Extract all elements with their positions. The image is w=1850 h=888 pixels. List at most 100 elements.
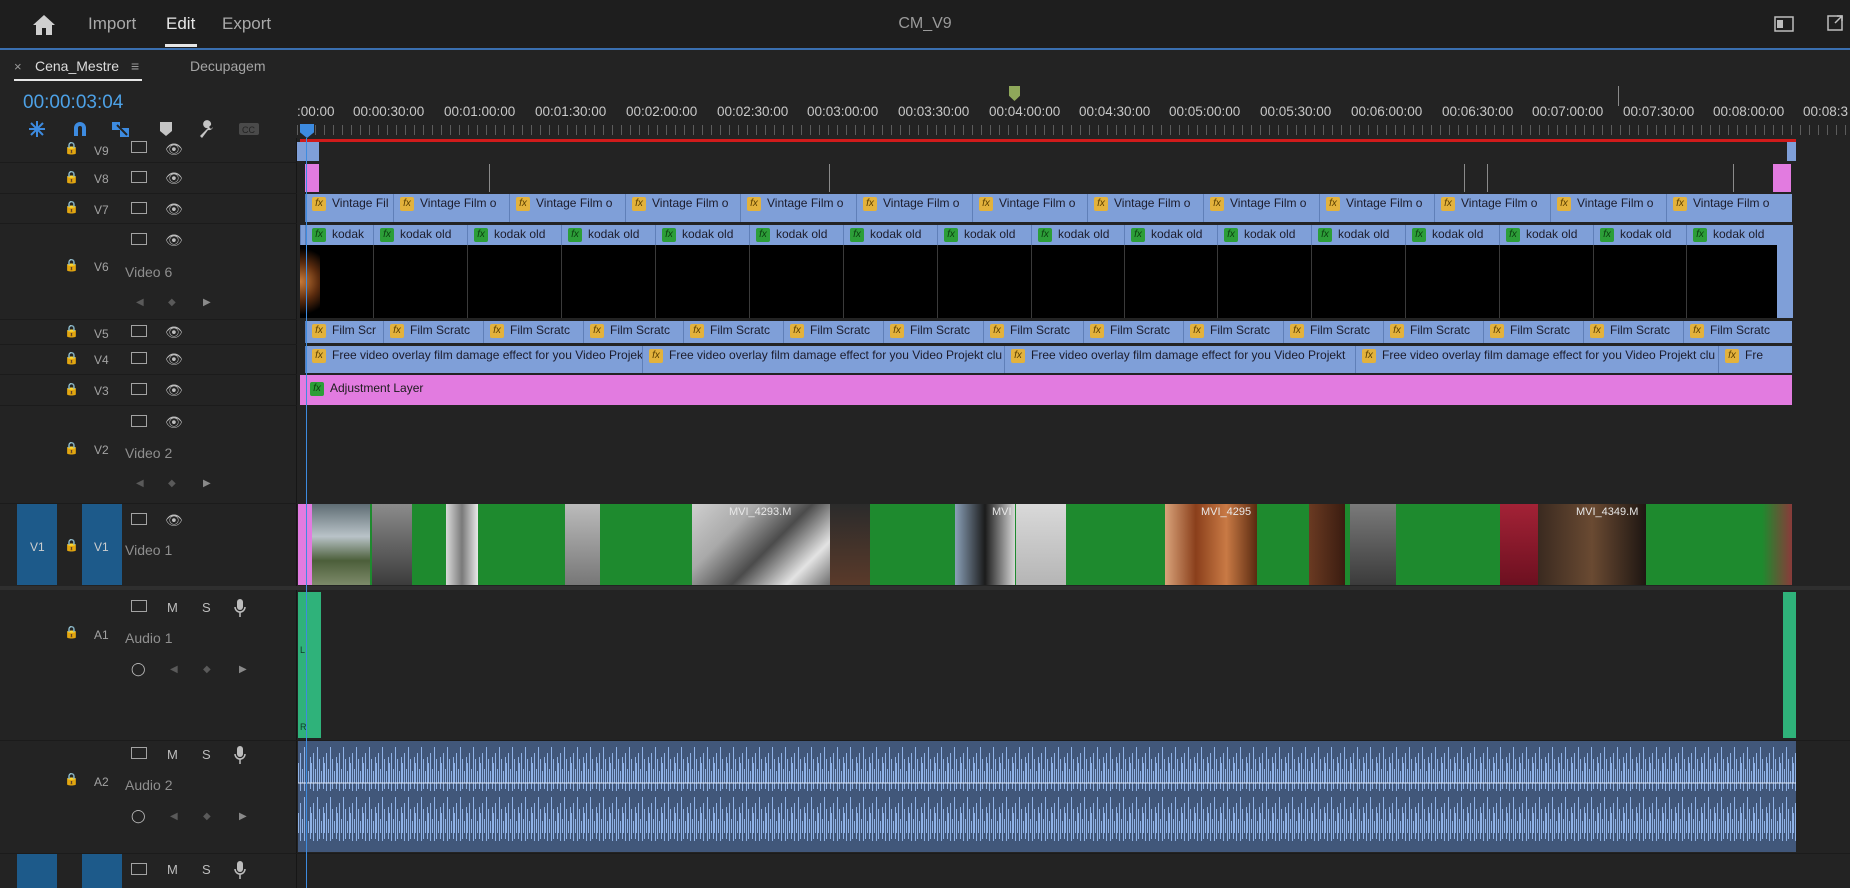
clip[interactable]: fx kodak old xyxy=(1311,225,1405,245)
adjustment-layer-clip[interactable]: fx Adjustment Layer xyxy=(300,375,1792,405)
lock-icon[interactable]: 🔒 xyxy=(64,258,79,272)
clip[interactable]: fx Fre xyxy=(1718,346,1792,373)
snap-icon[interactable] xyxy=(26,118,48,140)
clip[interactable]: fx kodak old xyxy=(561,225,655,245)
film-toggle-icon[interactable] xyxy=(131,415,147,427)
lock-icon[interactable]: 🔒 xyxy=(64,382,79,396)
lock-icon[interactable]: 🔒 xyxy=(64,625,79,639)
captions-icon[interactable]: CC xyxy=(238,118,260,140)
work-area-bar[interactable] xyxy=(300,139,1796,142)
lock-icon[interactable]: 🔒 xyxy=(64,141,79,155)
lock-icon[interactable]: 🔒 xyxy=(64,538,79,552)
film-toggle-icon[interactable] xyxy=(131,600,147,612)
clip[interactable]: fx Vintage Film o xyxy=(393,194,509,222)
lock-icon[interactable]: 🔒 xyxy=(64,324,79,338)
eye-icon[interactable]: 👁 xyxy=(165,324,183,341)
film-toggle-icon[interactable] xyxy=(131,171,147,183)
clip[interactable]: fx Film Scratc xyxy=(383,321,483,343)
eye-icon[interactable]: 👁 xyxy=(165,382,183,399)
source-patch-a1[interactable] xyxy=(17,854,57,888)
clip[interactable]: fx Film Scratc xyxy=(1583,321,1683,343)
clip[interactable]: fx Vintage Film o xyxy=(1319,194,1434,222)
v9-clip[interactable] xyxy=(1787,142,1796,161)
film-toggle-icon[interactable] xyxy=(131,352,147,364)
a2-audio-clip[interactable] xyxy=(298,741,1796,852)
lock-icon[interactable]: 🔒 xyxy=(64,772,79,786)
clip[interactable]: fx Film Scratc xyxy=(483,321,583,343)
prev-keyframe-icon[interactable]: ◀ xyxy=(170,811,178,822)
video-audio-divider[interactable] xyxy=(0,586,1850,590)
add-keyframe-icon[interactable]: ◆ xyxy=(203,811,211,822)
panel-icon[interactable] xyxy=(1774,16,1794,32)
mute-button[interactable]: M xyxy=(167,600,178,615)
clip[interactable]: fx Film Scr xyxy=(305,321,383,343)
prev-keyframe-icon[interactable]: ◀ xyxy=(170,664,178,675)
clip[interactable]: fx kodak old xyxy=(1593,225,1686,245)
film-toggle-icon[interactable] xyxy=(131,233,147,245)
eye-icon[interactable]: 👁 xyxy=(165,512,183,529)
clip[interactable]: fx kodak old xyxy=(843,225,937,245)
clip[interactable]: fx Film Scratc xyxy=(1683,321,1792,343)
clip[interactable]: fx Vintage Film o xyxy=(1434,194,1550,222)
keyframe-icon[interactable]: ◆ xyxy=(168,297,176,308)
solo-button[interactable]: S xyxy=(202,862,211,877)
a1-audio-clip[interactable] xyxy=(298,592,321,738)
clip[interactable]: fx Vintage Film o xyxy=(740,194,856,222)
clip[interactable]: fx Film Scratc xyxy=(583,321,683,343)
clip[interactable]: fx kodak old xyxy=(937,225,1031,245)
v1-pink-clip[interactable] xyxy=(298,504,312,585)
clip[interactable]: fx kodak old xyxy=(1217,225,1311,245)
clip[interactable]: fx kodak xyxy=(305,225,373,245)
clip[interactable]: fx kodak old xyxy=(1686,225,1777,245)
lock-icon[interactable]: 🔒 xyxy=(64,200,79,214)
clip[interactable]: fx kodak old xyxy=(749,225,843,245)
clip[interactable]: fx kodak old xyxy=(467,225,561,245)
film-toggle-icon[interactable] xyxy=(131,383,147,395)
clip[interactable]: fx kodak old xyxy=(373,225,467,245)
clip[interactable]: fx Film Scratc xyxy=(1283,321,1383,343)
prev-keyframe-icon[interactable]: ◀ xyxy=(136,297,144,308)
clip[interactable]: fx kodak old xyxy=(1405,225,1499,245)
clip[interactable]: fx kodak old xyxy=(1124,225,1217,245)
film-toggle-icon[interactable] xyxy=(131,325,147,337)
solo-button[interactable]: S xyxy=(202,747,211,762)
mic-icon[interactable] xyxy=(234,745,246,765)
eye-icon[interactable]: 👁 xyxy=(165,232,183,249)
clip[interactable]: fx kodak old xyxy=(1031,225,1124,245)
eye-icon[interactable]: 👁 xyxy=(165,414,183,431)
eye-icon[interactable]: 👁 xyxy=(165,141,183,158)
clip[interactable]: fx Vintage Film o xyxy=(509,194,625,222)
clip[interactable]: fx Film Scratc xyxy=(683,321,783,343)
mic-icon[interactable] xyxy=(234,598,246,618)
film-toggle-icon[interactable] xyxy=(131,863,147,875)
mute-button[interactable]: M xyxy=(167,862,178,877)
clip[interactable]: fx kodak old xyxy=(1499,225,1593,245)
lock-icon[interactable]: 🔒 xyxy=(64,351,79,365)
lock-icon[interactable]: 🔒 xyxy=(64,441,79,455)
eye-icon[interactable]: 👁 xyxy=(165,351,183,368)
clip[interactable]: fx Film Scratc xyxy=(1183,321,1283,343)
film-toggle-icon[interactable] xyxy=(131,513,147,525)
wrench-icon[interactable] xyxy=(196,118,218,140)
playhead-line[interactable] xyxy=(306,138,307,888)
magnet-icon[interactable] xyxy=(69,118,91,140)
clip[interactable]: fx Film Scratc xyxy=(783,321,883,343)
clip[interactable]: fx kodak old xyxy=(655,225,749,245)
film-toggle-icon[interactable] xyxy=(131,747,147,759)
maximize-icon[interactable] xyxy=(1826,14,1844,32)
v8-clip[interactable] xyxy=(1773,164,1791,192)
clip[interactable]: fx Free video overlay film damage effect … xyxy=(642,346,1004,373)
tab-decupagem[interactable]: Decupagem xyxy=(190,58,266,74)
film-toggle-icon[interactable] xyxy=(131,202,147,214)
clip[interactable]: fx Free video overlay film damage effect … xyxy=(1004,346,1355,373)
solo-button[interactable]: S xyxy=(202,600,211,615)
next-keyframe-icon[interactable]: ▶ xyxy=(203,478,211,489)
tab-close-icon[interactable]: × xyxy=(14,59,22,74)
next-keyframe-icon[interactable]: ▶ xyxy=(239,811,247,822)
next-keyframe-icon[interactable]: ▶ xyxy=(239,664,247,675)
linked-select-icon[interactable] xyxy=(110,118,132,140)
clip[interactable]: fx Vintage Film o xyxy=(856,194,972,222)
keyframe-icon[interactable]: ◆ xyxy=(168,478,176,489)
clip[interactable]: fx Vintage Film o xyxy=(972,194,1087,222)
lock-icon[interactable]: 🔒 xyxy=(64,170,79,184)
